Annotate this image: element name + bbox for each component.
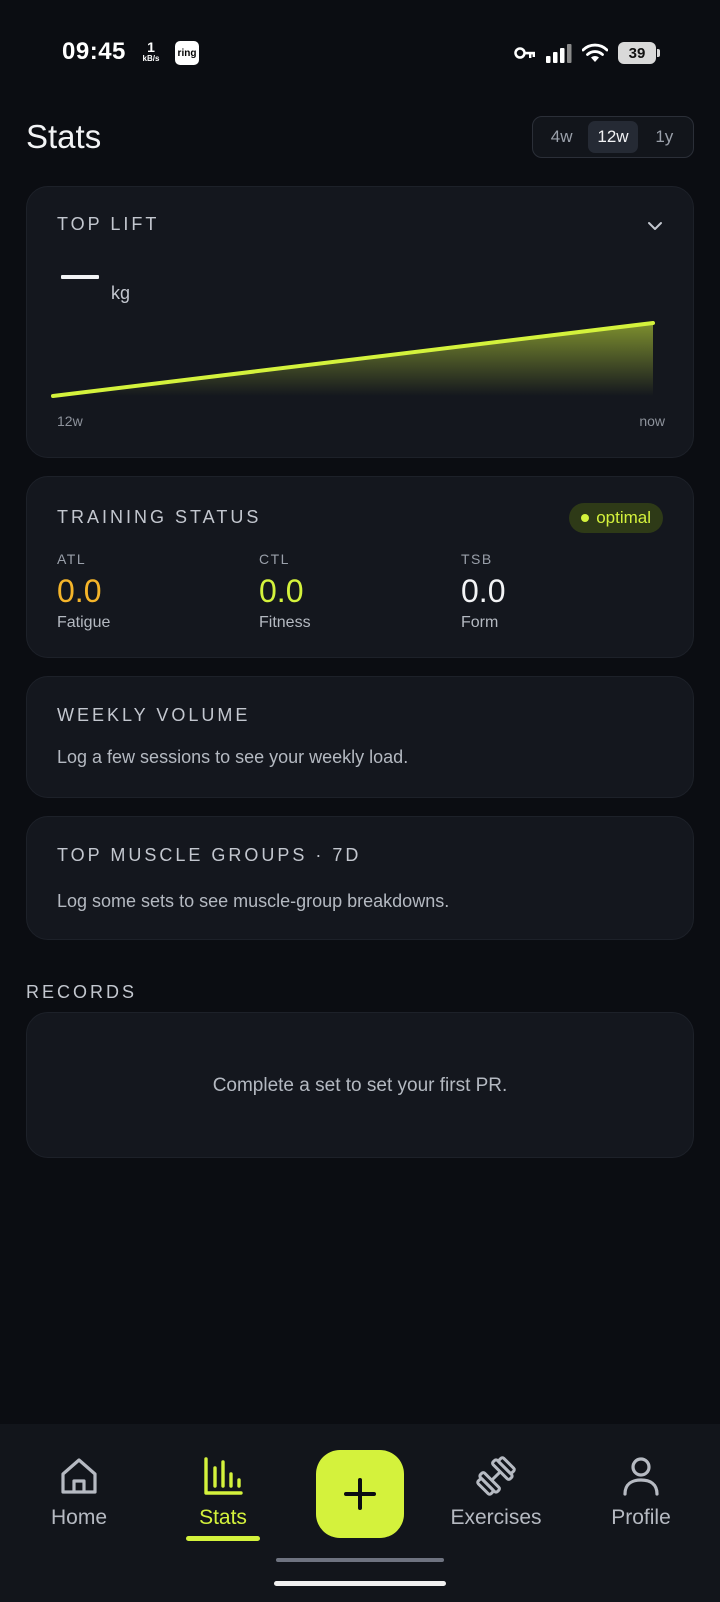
- battery-icon: 39: [618, 42, 660, 64]
- top-lift-value-placeholder: [61, 275, 99, 279]
- status-badge-label: optimal: [596, 508, 651, 527]
- signal-icon: [546, 44, 572, 63]
- network-speed-unit: kB/s: [142, 54, 160, 63]
- top-muscle-groups-empty-text: Log some sets to see muscle-group breakd…: [57, 891, 450, 911]
- network-speed: 1 kB/s: [138, 40, 164, 63]
- top-lift-unit: kg: [111, 283, 131, 303]
- wifi-icon: [582, 43, 608, 62]
- weekly-volume-empty-text: Log a few sessions to see your weekly lo…: [57, 747, 409, 767]
- metric-tsb-value: 0.0: [461, 573, 506, 609]
- metric-tsb: TSB 0.0 Form: [461, 551, 505, 632]
- vpn-key-icon: [514, 47, 535, 59]
- active-tab-indicator: [186, 1536, 260, 1541]
- status-badge: optimal: [569, 503, 663, 533]
- gesture-bar-secondary: [276, 1558, 444, 1562]
- axis-end-label: now: [639, 413, 665, 429]
- home-icon: [61, 1458, 97, 1494]
- plus-icon: [344, 1478, 376, 1510]
- chevron-down-icon[interactable]: [647, 221, 663, 231]
- top-muscle-groups-card: TOP MUSCLE GROUPS · 7D Log some sets to …: [26, 816, 694, 940]
- nav-exercises-label: Exercises: [450, 1506, 542, 1529]
- nav-home-label: Home: [50, 1506, 108, 1529]
- metric-atl-label: Fatigue: [57, 614, 111, 631]
- user-icon: [623, 1457, 659, 1496]
- records-card: Complete a set to set your first PR.: [26, 1012, 694, 1158]
- metric-atl-abbr: ATL: [57, 551, 87, 567]
- bottom-nav: Home Stats Exercises Profile: [0, 1424, 720, 1602]
- status-icons: 39: [514, 40, 660, 66]
- training-status-title: TRAINING STATUS: [57, 507, 262, 527]
- axis-start-label: 12w: [57, 413, 83, 429]
- metric-tsb-abbr: TSB: [461, 551, 493, 567]
- metric-atl: ATL 0.0 Fatigue: [57, 551, 110, 632]
- nav-stats-label: Stats: [199, 1506, 247, 1529]
- status-dot-icon: [581, 514, 590, 522]
- top-lift-card: TOP LIFT kg 12w now: [26, 186, 694, 458]
- network-speed-value: 1: [147, 39, 155, 55]
- weekly-volume-card: WEEKLY VOLUME Log a few sessions to see …: [26, 676, 694, 798]
- nav-exercises[interactable]: Exercises: [431, 1454, 561, 1530]
- status-time: 09:45: [62, 38, 126, 65]
- metric-atl-value: 0.0: [57, 573, 102, 609]
- nav-stats[interactable]: Stats: [158, 1454, 288, 1530]
- records-section-label: RECORDS: [26, 982, 138, 1002]
- bar-chart-icon: [204, 1457, 243, 1495]
- records-empty-text: Complete a set to set your first PR.: [212, 1075, 508, 1096]
- status-bar: 09:45 1 kB/s ring 39: [0, 0, 720, 100]
- range-option-1y[interactable]: 1y: [640, 121, 689, 153]
- metric-ctl: CTL 0.0 Fitness: [259, 551, 311, 632]
- gesture-bar[interactable]: [274, 1581, 446, 1586]
- stats-screen: 09:45 1 kB/s ring 39 Stats 4w 12w 1y TOP…: [0, 0, 720, 1602]
- top-lift-trend-chart: [51, 321, 655, 398]
- metric-ctl-label: Fitness: [259, 614, 311, 631]
- metric-ctl-abbr: CTL: [259, 551, 290, 567]
- dumbbell-icon: [476, 1456, 516, 1496]
- nav-profile-label: Profile: [611, 1506, 671, 1529]
- top-lift-title: TOP LIFT: [57, 214, 160, 234]
- nav-profile[interactable]: Profile: [576, 1454, 706, 1530]
- add-workout-button[interactable]: [316, 1450, 404, 1538]
- metric-ctl-value: 0.0: [259, 573, 304, 609]
- page-title: Stats: [26, 118, 102, 155]
- training-status-card: TRAINING STATUS optimal ATL 0.0 Fatigue …: [26, 476, 694, 658]
- nav-home[interactable]: Home: [14, 1454, 144, 1530]
- range-option-12w[interactable]: 12w: [588, 121, 638, 153]
- battery-level: 39: [628, 44, 646, 62]
- range-toggle: 4w 12w 1y: [532, 116, 694, 158]
- weekly-volume-title: WEEKLY VOLUME: [57, 705, 251, 725]
- range-option-4w[interactable]: 4w: [537, 121, 586, 153]
- ring-notification-icon: ring: [175, 41, 199, 65]
- metric-tsb-label: Form: [461, 614, 499, 631]
- top-muscle-groups-title: TOP MUSCLE GROUPS · 7D: [57, 845, 362, 865]
